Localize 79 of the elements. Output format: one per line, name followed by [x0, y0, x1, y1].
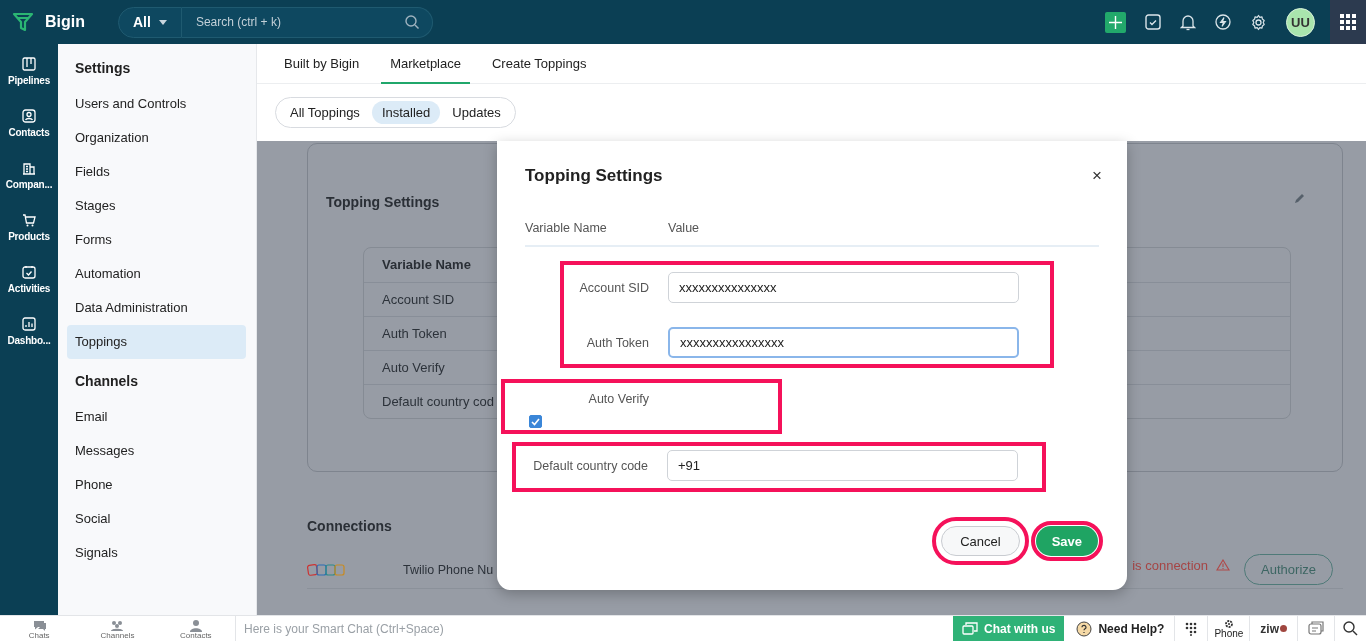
- nav-rail-item[interactable]: Compan...: [5, 179, 53, 190]
- card-title: Topping Settings: [326, 194, 440, 210]
- section-heading: Channels: [74, 372, 139, 391]
- help-button[interactable]: Need Help?: [1064, 616, 1175, 641]
- section-heading: Settings: [74, 59, 132, 78]
- filter-tab[interactable]: Updates: [442, 101, 511, 124]
- person-icon[interactable]: [188, 618, 203, 632]
- chat-icon: [962, 621, 979, 636]
- settings-menu-item[interactable]: Users and Controls: [67, 87, 246, 121]
- input-field[interactable]: +91: [667, 450, 1018, 481]
- search-icon[interactable]: [1343, 621, 1358, 636]
- settings-menu-item[interactable]: Email: [67, 400, 246, 434]
- user-avatar[interactable]: UU: [1286, 7, 1315, 37]
- shortcut-label[interactable]: Channels: [100, 631, 135, 640]
- nav-rail-item[interactable]: Pipelines: [7, 75, 51, 86]
- cart-icon[interactable]: [22, 213, 36, 227]
- settings-menu-item[interactable]: Messages: [67, 434, 246, 468]
- search-icon: [405, 14, 419, 29]
- calendar-icon[interactable]: [22, 265, 36, 279]
- nav-rail-item[interactable]: Products: [8, 231, 50, 242]
- settings-menu-item[interactable]: Fields: [67, 155, 246, 189]
- connection-logo-icon: [307, 563, 345, 576]
- chart-icon[interactable]: [22, 317, 36, 331]
- group-icon[interactable]: [110, 618, 125, 632]
- warning-icon: [1216, 559, 1231, 571]
- table-header: Variable Name: [381, 256, 472, 274]
- messages-icon[interactable]: [1308, 621, 1324, 636]
- search-field[interactable]: Search (ctrl + k): [181, 6, 433, 38]
- filter-tab[interactable]: All Toppings: [280, 101, 370, 124]
- app-name: Bigin: [45, 13, 85, 31]
- nav-rail-item[interactable]: Activities: [7, 283, 51, 294]
- section-title: Connections: [307, 518, 393, 534]
- settings-menu-item[interactable]: Organization: [67, 121, 246, 155]
- settings-menu-item[interactable]: Automation: [67, 257, 246, 291]
- logo-icon: [12, 11, 34, 33]
- input-field[interactable]: xxxxxxxxxxxxxxx: [668, 272, 1019, 303]
- column-header: Variable Name: [525, 220, 608, 235]
- settings-menu-item[interactable]: Phone: [67, 468, 246, 502]
- scope-dropdown[interactable]: All: [118, 6, 182, 38]
- building-icon[interactable]: [22, 161, 36, 175]
- input-field[interactable]: xxxxxxxxxxxxxxxx: [668, 327, 1019, 358]
- tab[interactable]: Built by Bigin: [275, 44, 369, 84]
- filter-tab[interactable]: Installed: [371, 101, 441, 124]
- dot-icon: [1280, 625, 1287, 632]
- nav-rail-item[interactable]: Contacts: [8, 127, 50, 138]
- board-icon[interactable]: [22, 57, 36, 71]
- settings-menu-item[interactable]: Forms: [67, 223, 246, 257]
- dialpad-icon[interactable]: [1185, 621, 1198, 636]
- column-header: Value: [668, 220, 700, 235]
- apps-grid-icon[interactable]: [1330, 0, 1366, 44]
- caret-icon: [158, 19, 167, 25]
- checkbox[interactable]: [529, 415, 542, 428]
- bell-icon[interactable]: [1180, 13, 1196, 31]
- help-icon: [1076, 620, 1093, 637]
- contact-icon[interactable]: [22, 109, 36, 123]
- tab[interactable]: Marketplace: [381, 44, 470, 84]
- settings-menu-item[interactable]: Toppings: [67, 325, 246, 359]
- task-icon[interactable]: [1145, 14, 1161, 30]
- settings-menu-item[interactable]: Signals: [67, 536, 246, 570]
- settings-menu-item[interactable]: Stages: [67, 189, 246, 223]
- chat-bubble-icon[interactable]: [32, 618, 47, 632]
- connection-status: is connection: [1132, 557, 1209, 573]
- field-label: Auto Verify: [587, 392, 649, 406]
- settings-menu-item[interactable]: Social: [67, 502, 246, 536]
- tab[interactable]: Create Toppings: [482, 44, 596, 84]
- brand-text[interactable]: ziw: [1260, 621, 1279, 636]
- field-label: Auth Token: [585, 335, 649, 350]
- shortcut-label[interactable]: Chats: [28, 631, 50, 640]
- dialog-title: Topping Settings: [525, 166, 663, 186]
- add-icon[interactable]: [1105, 11, 1126, 33]
- field-label: Default country code: [532, 458, 648, 473]
- settings-menu-item[interactable]: Data Administration: [67, 291, 246, 325]
- shortcut-label[interactable]: Contacts: [180, 631, 212, 640]
- nav-rail-item[interactable]: Dashbo...: [7, 335, 51, 346]
- lightning-icon[interactable]: [1215, 14, 1231, 30]
- phone-button[interactable]: Phone: [1207, 616, 1250, 641]
- field-label: Account SID: [578, 280, 649, 295]
- close-button[interactable]: ×: [1092, 166, 1102, 186]
- connection-name: Twilio Phone Nu: [403, 562, 494, 577]
